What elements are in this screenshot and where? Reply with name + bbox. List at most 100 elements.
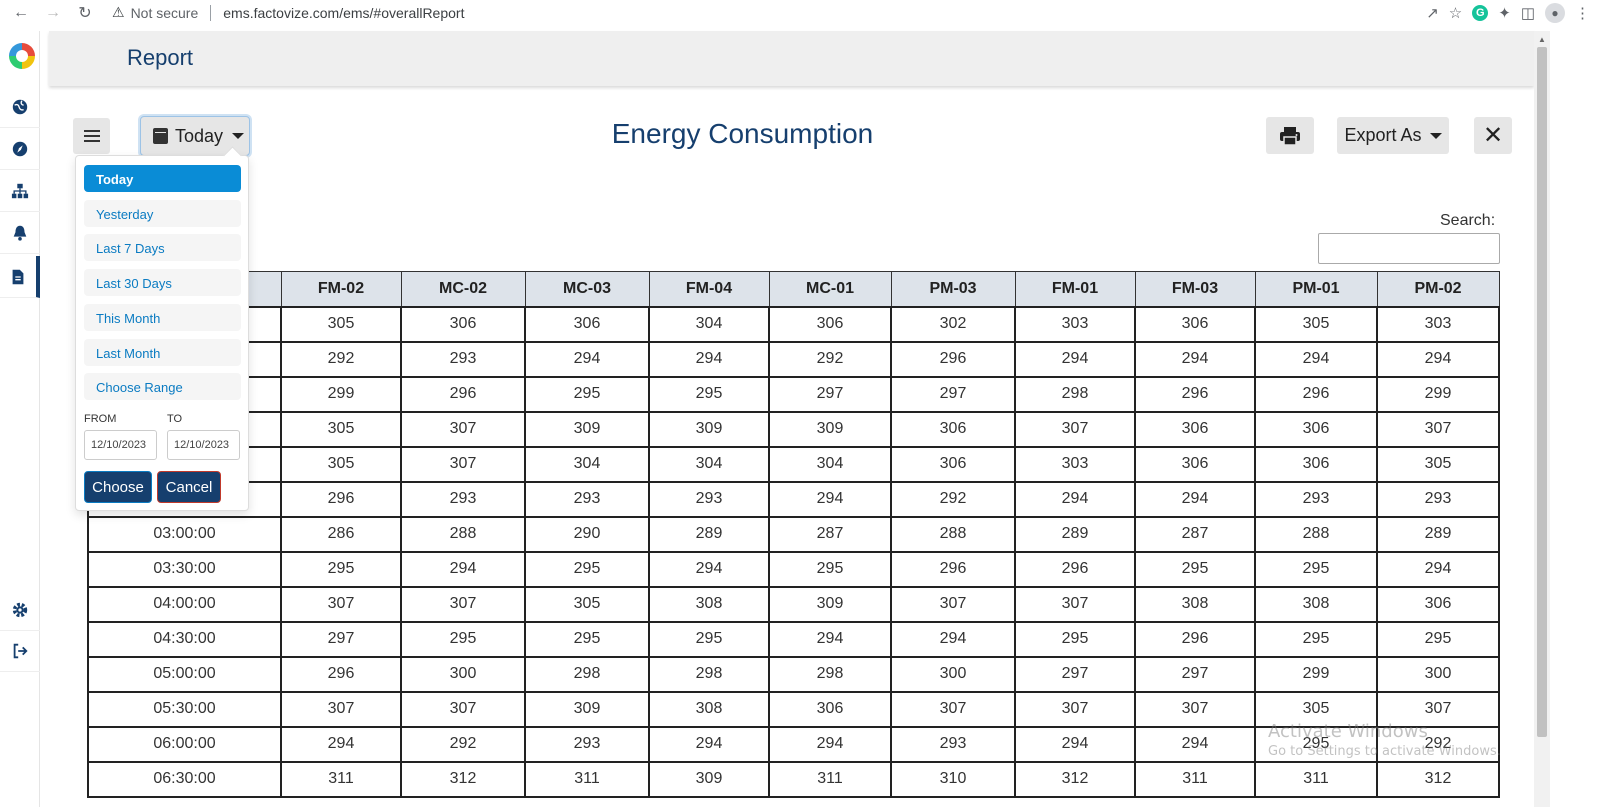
time-cell: 03:00:00 xyxy=(87,515,282,553)
value-cell: 289 xyxy=(648,515,770,553)
print-button[interactable] xyxy=(1266,117,1314,154)
range-this-month[interactable]: This Month xyxy=(84,304,241,331)
column-header[interactable]: MC-03 xyxy=(524,271,650,307)
value-cell: 306 xyxy=(768,305,892,343)
compass-icon[interactable] xyxy=(0,128,40,170)
value-cell: 295 xyxy=(648,375,770,413)
column-header[interactable]: MC-02 xyxy=(400,271,526,307)
value-cell: 288 xyxy=(890,515,1016,553)
cancel-button[interactable]: Cancel xyxy=(157,471,221,503)
from-label: FROM xyxy=(84,413,117,425)
value-cell: 299 xyxy=(280,375,402,413)
watermark-title: Activate Windows xyxy=(1268,721,1428,742)
value-cell: 296 xyxy=(280,480,402,518)
value-cell: 295 xyxy=(1254,620,1378,658)
scrollbar[interactable]: ▲ xyxy=(1534,31,1550,807)
value-cell: 302 xyxy=(890,305,1016,343)
value-cell: 295 xyxy=(768,550,892,588)
value-cell: 294 xyxy=(524,340,650,378)
range-last-30-days[interactable]: Last 30 Days xyxy=(84,269,241,296)
value-cell: 312 xyxy=(1376,760,1500,798)
column-header[interactable]: FM-04 xyxy=(648,271,770,307)
value-cell: 298 xyxy=(1014,375,1136,413)
table-row: 305 307 309 309 309 306 307 306 306 307 xyxy=(87,410,1500,448)
column-header[interactable]: FM-03 xyxy=(1134,271,1256,307)
grammarly-icon[interactable]: G xyxy=(1472,4,1489,21)
search-input[interactable] xyxy=(1318,233,1500,264)
from-date-input[interactable]: 12/10/2023 xyxy=(84,430,157,460)
share-icon[interactable]: ↗ xyxy=(1426,4,1439,22)
forward-icon[interactable]: → xyxy=(40,0,66,25)
column-header[interactable]: PM-03 xyxy=(890,271,1016,307)
range-today[interactable]: Today xyxy=(84,165,241,192)
globe-icon[interactable] xyxy=(0,86,40,128)
value-cell: 300 xyxy=(890,655,1016,693)
extensions-icon[interactable]: ✦ xyxy=(1498,4,1511,22)
value-cell: 299 xyxy=(1376,375,1500,413)
report-heading: Energy Consumption xyxy=(611,118,874,149)
time-cell: 06:00:00 xyxy=(87,725,282,763)
value-cell: 293 xyxy=(524,725,650,763)
value-cell: 311 xyxy=(768,760,892,798)
back-icon[interactable]: ← xyxy=(8,0,34,25)
sidebar xyxy=(0,31,40,807)
gear-icon[interactable] xyxy=(0,589,40,631)
range-last-7-days[interactable]: Last 7 Days xyxy=(84,234,241,261)
scroll-up-icon[interactable]: ▲ xyxy=(1538,35,1546,44)
sign-out-icon[interactable] xyxy=(0,630,40,672)
column-header[interactable]: PM-02 xyxy=(1376,271,1500,307)
value-cell: 299 xyxy=(1254,655,1378,693)
watermark-subtitle: Go to Settings to activate Windows. xyxy=(1268,744,1501,759)
value-cell: 295 xyxy=(400,620,526,658)
range-choose-range[interactable]: Choose Range xyxy=(84,373,241,400)
bell-icon[interactable] xyxy=(0,212,40,254)
value-cell: 295 xyxy=(1014,620,1136,658)
menu-button[interactable] xyxy=(73,118,110,154)
star-icon[interactable]: ☆ xyxy=(1449,4,1462,22)
avatar[interactable]: ● xyxy=(1545,2,1565,23)
value-cell: 307 xyxy=(400,690,526,728)
sidepanel-icon[interactable]: ◫ xyxy=(1521,4,1535,22)
value-cell: 307 xyxy=(400,585,526,623)
more-icon[interactable]: ⋮ xyxy=(1575,4,1590,22)
value-cell: 307 xyxy=(1014,690,1136,728)
value-cell: 304 xyxy=(524,445,650,483)
value-cell: 307 xyxy=(400,445,526,483)
value-cell: 306 xyxy=(1134,445,1256,483)
scroll-thumb[interactable] xyxy=(1537,47,1547,737)
value-cell: 311 xyxy=(524,760,650,798)
value-cell: 295 xyxy=(524,550,650,588)
value-cell: 306 xyxy=(1376,585,1500,623)
value-cell: 293 xyxy=(524,480,650,518)
table-header-row: FM-02 MC-02 MC-03 FM-04 MC-01 PM-03 FM-01 FM-03… xyxy=(87,271,1500,307)
export-button[interactable]: Export As xyxy=(1337,117,1449,154)
reload-icon[interactable]: ↻ xyxy=(72,0,98,25)
close-button[interactable]: ✕ xyxy=(1474,117,1512,154)
value-cell: 306 xyxy=(1134,305,1256,343)
column-header[interactable]: FM-02 xyxy=(280,271,402,307)
value-cell: 309 xyxy=(768,410,892,448)
report-icon[interactable] xyxy=(0,256,40,298)
url-text[interactable]: ems.factovize.com/ems/#overallReport xyxy=(223,5,464,21)
value-cell: 294 xyxy=(1376,550,1500,588)
value-cell: 305 xyxy=(1376,445,1500,483)
table-row: 05:00:00 296 300 298 298 298 300 297 297 299 300 xyxy=(87,655,1500,693)
address-bar[interactable]: ⚠ Not secure ems.factovize.com/ems/#over… xyxy=(112,0,464,25)
column-header[interactable]: PM-01 xyxy=(1254,271,1378,307)
table-row: 299 296 295 295 297 297 298 296 296 299 xyxy=(87,375,1500,413)
range-yesterday[interactable]: Yesterday xyxy=(84,200,241,227)
to-date-input[interactable]: 12/10/2023 xyxy=(167,430,240,460)
table-row: 04:00:00 307 307 305 308 309 307 307 308 308 306 xyxy=(87,585,1500,623)
caret-down-icon xyxy=(232,133,245,139)
calendar-icon xyxy=(153,128,168,144)
column-header[interactable]: FM-01 xyxy=(1014,271,1136,307)
column-header[interactable]: MC-01 xyxy=(768,271,892,307)
choose-button[interactable]: Choose xyxy=(84,471,152,503)
value-cell: 293 xyxy=(890,725,1016,763)
security-label: Not secure xyxy=(130,4,199,21)
sitemap-icon[interactable] xyxy=(0,170,40,212)
activation-watermark: Activate Windows Go to Settings to activ… xyxy=(1268,721,1501,759)
range-last-month[interactable]: Last Month xyxy=(84,339,241,366)
export-label: Export As xyxy=(1344,125,1422,145)
value-cell: 296 xyxy=(400,375,526,413)
